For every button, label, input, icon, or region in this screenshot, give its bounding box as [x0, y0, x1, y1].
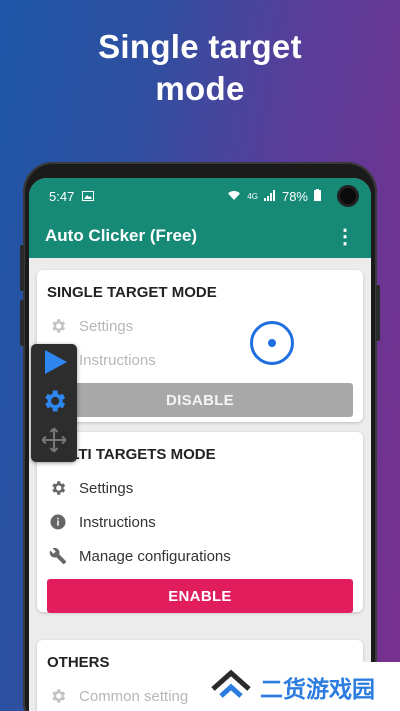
phone-side-button: [20, 245, 24, 291]
enable-button[interactable]: ENABLE: [47, 579, 353, 613]
target-dot: [268, 339, 276, 347]
gear-icon: [47, 317, 69, 335]
click-target[interactable]: [250, 321, 294, 365]
manage-configurations-label: Manage configurations: [79, 547, 231, 565]
multi-instructions-label: Instructions: [79, 513, 156, 531]
watermark: 二货游戏园: [200, 662, 400, 711]
app-bar: Auto Clicker (Free) ⋮: [29, 214, 371, 258]
battery-level: 78%: [281, 188, 308, 204]
gear-icon: [47, 687, 69, 705]
status-bar: 5:47 4G 78%: [29, 178, 371, 214]
multi-target-title: MULTI TARGETS MODE: [47, 446, 216, 463]
status-right: 4G 78%: [227, 185, 359, 207]
gear-icon[interactable]: [40, 387, 68, 420]
move-icon[interactable]: [40, 426, 68, 459]
floating-control-bar: [31, 344, 77, 462]
gear-icon: [47, 479, 69, 497]
single-instructions-row[interactable]: Instructions: [37, 343, 363, 377]
phone-side-button: [376, 285, 380, 341]
image-notification-icon: [82, 189, 95, 204]
multi-instructions-row[interactable]: Instructions: [37, 505, 363, 539]
status-time: 5:47: [49, 188, 75, 204]
disable-button[interactable]: DISABLE: [47, 383, 353, 417]
common-setting-label: Common setting: [79, 687, 189, 705]
multi-settings-label: Settings: [79, 479, 134, 497]
app-title: Auto Clicker (Free): [45, 226, 198, 245]
headline: Single target mode: [0, 26, 400, 110]
front-camera: [337, 185, 359, 207]
manage-configurations-row[interactable]: Manage configurations: [37, 539, 363, 573]
signal-icon: [263, 189, 276, 204]
wifi-icon: [227, 189, 241, 204]
chevron-up-logo-icon: [210, 669, 252, 705]
single-instructions-label: Instructions: [79, 351, 156, 369]
phone-screen: 5:47 4G 78% Auto Clicker (Free) ⋮ SINGLE…: [29, 178, 371, 711]
multi-target-card: MULTI TARGETS MODE Settings Instructions…: [37, 432, 363, 613]
watermark-text: 二货游戏园: [260, 675, 375, 702]
phone-side-button: [20, 300, 24, 346]
headline-line-2: mode: [155, 70, 245, 107]
more-vertical-icon[interactable]: ⋮: [335, 224, 355, 249]
single-target-title: SINGLE TARGET MODE: [47, 284, 217, 301]
wrench-icon: [47, 547, 69, 565]
multi-settings-row[interactable]: Settings: [37, 471, 363, 505]
info-icon: [47, 513, 69, 531]
single-settings-row[interactable]: Settings: [37, 309, 363, 343]
play-icon[interactable]: [39, 347, 69, 382]
battery-icon: [314, 188, 321, 204]
network-type: 4G: [247, 191, 258, 201]
single-settings-label: Settings: [79, 317, 134, 335]
single-target-card: SINGLE TARGET MODE Settings Instructions…: [37, 270, 363, 422]
headline-line-1: Single target: [98, 28, 302, 65]
